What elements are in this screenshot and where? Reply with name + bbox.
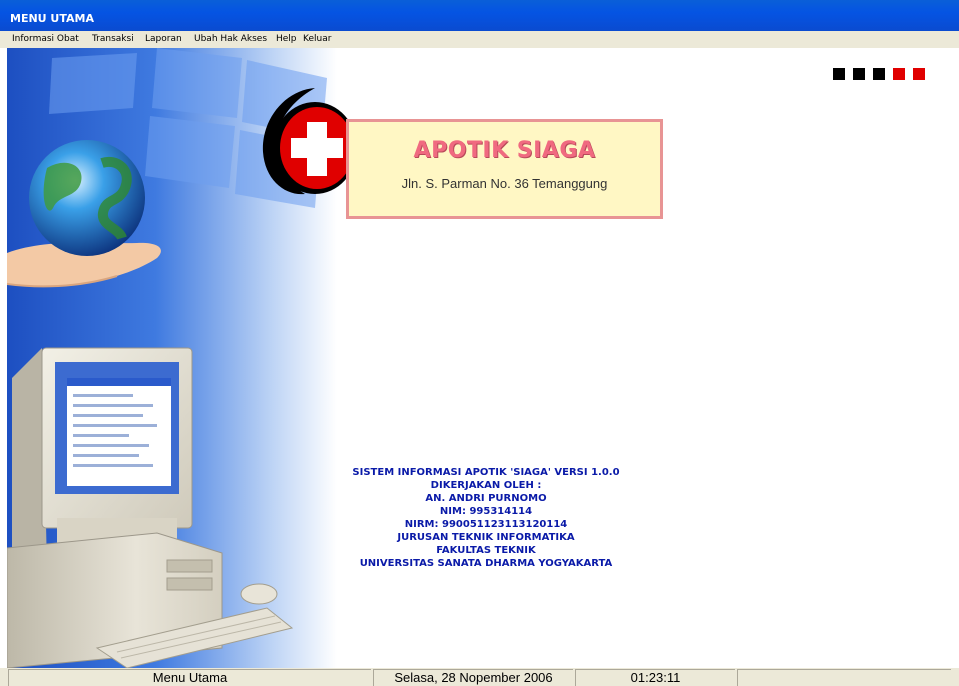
status-panel-empty <box>737 669 951 686</box>
credits-line: NIRM: 990051123113120114 <box>404 519 568 530</box>
menu-keluar[interactable]: Keluar <box>303 34 331 44</box>
status-form-name: Menu Utama <box>8 669 371 686</box>
pharmacy-name: APOTIK SIAGA <box>413 138 596 163</box>
credits-block: SISTEM INFORMASI APOTIK 'SIAGA' VERSI 1.… <box>336 466 636 570</box>
menu-ubah-hak-akses[interactable]: Ubah Hak Akses <box>194 34 267 44</box>
main-client-area: APOTIK SIAGA Jln. S. Parman No. 36 Teman… <box>7 48 951 668</box>
status-time: 01:23:11 <box>575 669 735 686</box>
pharmacy-address: Jln. S. Parman No. 36 Temanggung <box>401 176 608 191</box>
menu-laporan[interactable]: Laporan <box>145 34 182 44</box>
status-date: Selasa, 28 Nopember 2006 <box>373 669 573 686</box>
menu-transaksi[interactable]: Transaksi <box>92 34 134 44</box>
menu-bar: Informasi Obat Transaksi Laporan Ubah Ha… <box>0 31 959 48</box>
credits-line: NIM: 995314114 <box>439 506 533 517</box>
indicator-square-5 <box>913 68 925 80</box>
status-bar: Menu Utama Selasa, 28 Nopember 2006 01:2… <box>0 668 959 686</box>
credits-line: AN. ANDRI PURNOMO <box>425 493 547 504</box>
indicator-square-3 <box>873 68 885 80</box>
credits-line: FAKULTAS TEKNIK <box>436 545 536 556</box>
credits-line: DIKERJAKAN OLEH : <box>430 480 542 491</box>
indicator-square-1 <box>833 68 845 80</box>
pharmacy-banner: APOTIK SIAGA Jln. S. Parman No. 36 Teman… <box>346 119 663 219</box>
indicator-square-2 <box>853 68 865 80</box>
credits-line: UNIVERSITAS SANATA DHARMA YOGYAKARTA <box>359 558 613 569</box>
menu-help[interactable]: Help <box>276 34 297 44</box>
credits-line: SISTEM INFORMASI APOTIK 'SIAGA' VERSI 1.… <box>352 467 620 478</box>
title-bar[interactable]: MENU UTAMA <box>0 0 959 31</box>
window-title: MENU UTAMA <box>10 12 94 25</box>
credits-line: JURUSAN TEKNIK INFORMATIKA <box>397 532 575 543</box>
menu-informasi-obat[interactable]: Informasi Obat <box>12 34 79 44</box>
indicator-square-4 <box>893 68 905 80</box>
